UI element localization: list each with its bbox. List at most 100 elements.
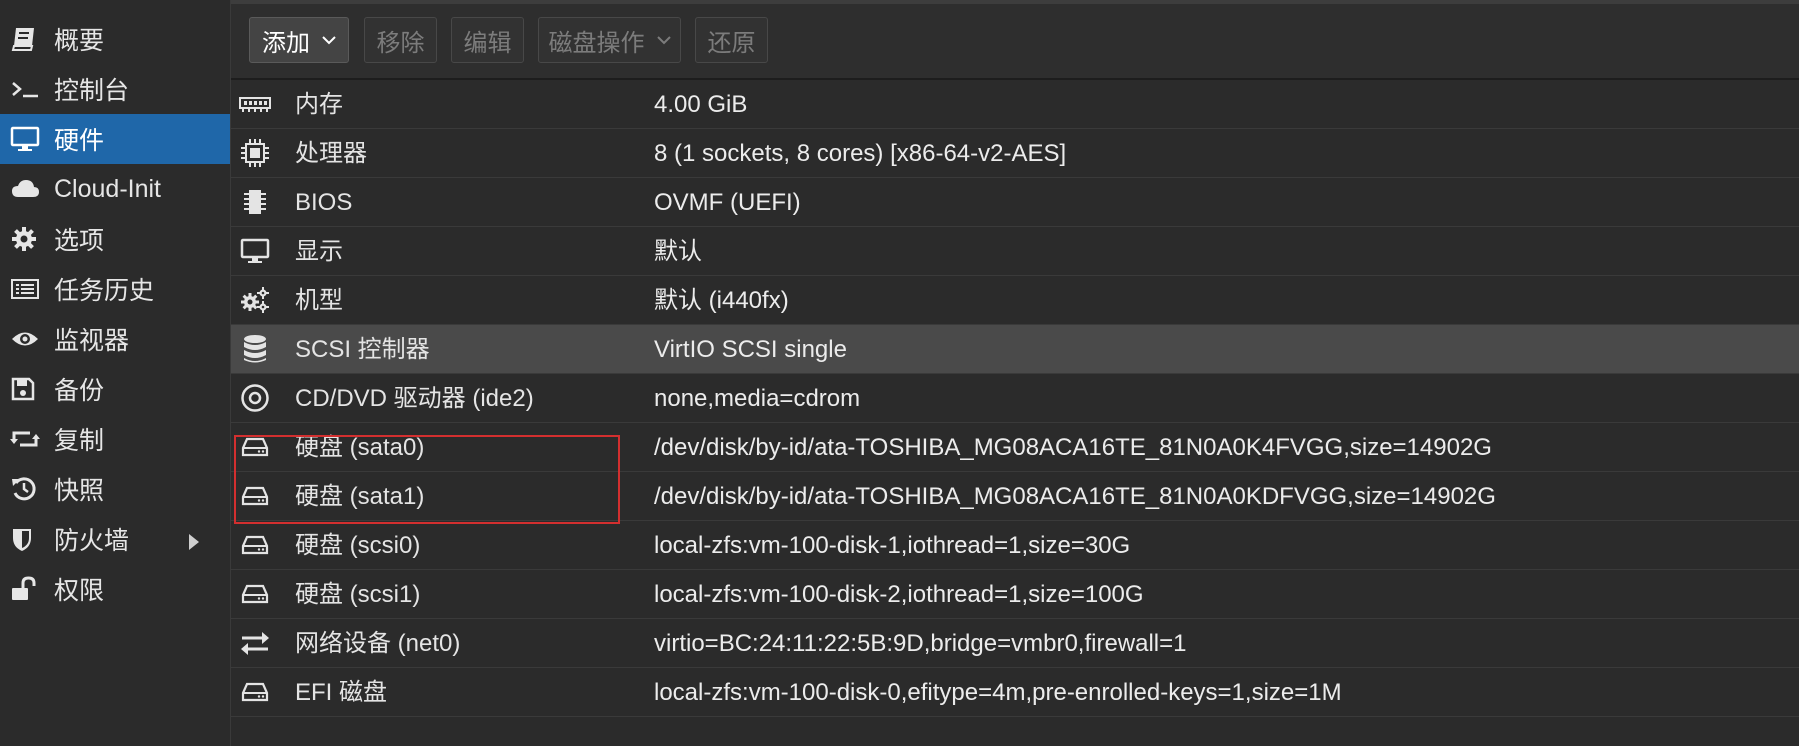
add-button[interactable]: 添加 — [249, 17, 349, 63]
table-row[interactable]: BIOS OVMF (UEFI) — [231, 178, 1799, 227]
row-value: local-zfs:vm-100-disk-0,efitype=4m,pre-e… — [654, 679, 1342, 706]
row-name: BIOS — [295, 189, 353, 216]
sidebar-item-label: 权限 — [54, 577, 105, 605]
table-row[interactable]: 硬盘 (scsi1) local-zfs:vm-100-disk-2,iothr… — [231, 570, 1799, 619]
row-name: CD/DVD 驱动器 (ide2) — [295, 385, 534, 412]
history-icon — [10, 474, 44, 504]
edit-button-label: 编辑 — [463, 29, 512, 57]
sidebar-item-replication[interactable]: 复制 — [0, 414, 230, 464]
row-name: 硬盘 (sata0) — [295, 434, 425, 461]
table-row[interactable]: 硬盘 (scsi0) local-zfs:vm-100-disk-1,iothr… — [231, 521, 1799, 570]
table-row[interactable]: 内存 4.00 GiB — [231, 80, 1799, 129]
sidebar-item-label: 监视器 — [54, 327, 130, 355]
row-value: 4.00 GiB — [654, 91, 748, 118]
remove-button-label: 移除 — [376, 29, 425, 57]
table-row[interactable]: 机型 默认 (i440fx) — [231, 276, 1799, 325]
toolbar: 添加 移除 编辑 磁盘操作 还原 — [231, 4, 1799, 80]
sidebar-item-label: 概要 — [54, 27, 105, 55]
sidebar-item-hardware[interactable]: 硬件 — [0, 114, 230, 164]
cloud-icon — [10, 174, 44, 204]
desktop-icon — [236, 233, 274, 269]
list-icon — [10, 274, 44, 304]
sidebar-item-monitor[interactable]: 监视器 — [0, 314, 230, 364]
sidebar-item-label: 复制 — [54, 427, 105, 455]
row-name: 显示 — [295, 238, 343, 265]
row-value: /dev/disk/by-id/ata-TOSHIBA_MG08ACA16TE_… — [654, 483, 1496, 510]
table-row[interactable]: EFI 磁盘 local-zfs:vm-100-disk-0,efitype=4… — [231, 668, 1799, 717]
revert-button[interactable]: 还原 — [695, 17, 768, 63]
row-name: SCSI 控制器 — [295, 336, 430, 363]
expand-arrow-icon[interactable] — [188, 529, 200, 558]
row-value: none,media=cdrom — [654, 385, 861, 412]
sidebar-nav: 概要 控制台 硬件 Cloud-Init 选项 任务历史 监视器 备份 复制 快… — [0, 0, 231, 746]
table-row-selected[interactable]: SCSI 控制器 VirtIO SCSI single — [231, 325, 1799, 374]
cdrom-icon — [236, 380, 274, 416]
gear-icon — [10, 224, 44, 254]
hdd-icon — [236, 674, 274, 710]
table-row[interactable]: 网络设备 (net0) virtio=BC:24:11:22:5B:9D,bri… — [231, 619, 1799, 668]
sidebar-item-console[interactable]: 控制台 — [0, 64, 230, 114]
sidebar-item-label: 防火墙 — [54, 527, 130, 555]
sidebar-item-label: 快照 — [54, 477, 105, 505]
hdd-icon — [236, 527, 274, 563]
row-value: virtio=BC:24:11:22:5B:9D,bridge=vmbr0,fi… — [654, 630, 1187, 657]
row-value: VirtIO SCSI single — [654, 336, 847, 363]
sidebar-item-options[interactable]: 选项 — [0, 214, 230, 264]
row-name: 硬盘 (scsi0) — [295, 532, 421, 559]
proxmox-vm-hardware-view: 概要 控制台 硬件 Cloud-Init 选项 任务历史 监视器 备份 复制 快… — [0, 0, 1799, 746]
add-button-label: 添加 — [262, 29, 310, 57]
sidebar-item-backup[interactable]: 备份 — [0, 364, 230, 414]
sidebar-item-label: 任务历史 — [54, 277, 155, 305]
row-value: 默认 (i440fx) — [654, 287, 789, 314]
cogs-icon — [236, 282, 274, 318]
memory-icon — [236, 86, 274, 122]
eye-icon — [10, 324, 44, 354]
remove-button[interactable]: 移除 — [364, 17, 437, 63]
sidebar-item-label: 选项 — [54, 227, 105, 255]
revert-button-label: 还原 — [707, 29, 756, 57]
disk-action-button-label: 磁盘操作 — [548, 29, 645, 57]
row-name: 硬盘 (scsi1) — [295, 581, 421, 608]
hardware-panel: 添加 移除 编辑 磁盘操作 还原 内存 4.00 GiB 处理器 8 (1 so… — [231, 0, 1799, 746]
sidebar-item-label: Cloud-Init — [54, 174, 161, 203]
sidebar-item-task-history[interactable]: 任务历史 — [0, 264, 230, 314]
row-name: EFI 磁盘 — [295, 679, 388, 706]
hdd-icon — [236, 429, 274, 465]
chip-icon — [236, 184, 274, 220]
sidebar-item-permissions[interactable]: 权限 — [0, 564, 230, 614]
row-name: 内存 — [295, 91, 343, 118]
row-value: OVMF (UEFI) — [654, 189, 801, 216]
edit-button[interactable]: 编辑 — [451, 17, 524, 63]
row-value: 8 (1 sockets, 8 cores) [x86-64-v2-AES] — [654, 140, 1067, 167]
sidebar-item-label: 备份 — [54, 377, 105, 405]
shield-icon — [10, 524, 44, 554]
sidebar-item-summary[interactable]: 概要 — [0, 14, 230, 64]
monitor-icon — [10, 124, 44, 154]
row-value: local-zfs:vm-100-disk-2,iothread=1,size=… — [654, 581, 1144, 608]
table-row[interactable]: 硬盘 (sata1) /dev/disk/by-id/ata-TOSHIBA_M… — [231, 472, 1799, 521]
sidebar-item-cloud-init[interactable]: Cloud-Init — [0, 164, 230, 214]
chevron-down-icon — [322, 35, 336, 45]
floppy-icon — [10, 374, 44, 404]
retweet-icon — [10, 424, 44, 454]
table-row[interactable]: 显示 默认 — [231, 227, 1799, 276]
sidebar-item-label: 控制台 — [54, 77, 130, 105]
unlock-icon — [10, 574, 44, 604]
exchange-icon — [236, 625, 274, 661]
row-name: 机型 — [295, 287, 343, 314]
sidebar-item-firewall[interactable]: 防火墙 — [0, 514, 230, 564]
table-row[interactable]: CD/DVD 驱动器 (ide2) none,media=cdrom — [231, 374, 1799, 423]
table-row[interactable]: 硬盘 (sata0) /dev/disk/by-id/ata-TOSHIBA_M… — [231, 423, 1799, 472]
row-name: 网络设备 (net0) — [295, 630, 461, 657]
disk-action-button[interactable]: 磁盘操作 — [538, 17, 681, 63]
row-name: 硬盘 (sata1) — [295, 483, 425, 510]
sidebar-item-snapshots[interactable]: 快照 — [0, 464, 230, 514]
table-row[interactable]: 处理器 8 (1 sockets, 8 cores) [x86-64-v2-AE… — [231, 129, 1799, 178]
chevron-down-icon — [656, 35, 671, 45]
row-value: /dev/disk/by-id/ata-TOSHIBA_MG08ACA16TE_… — [654, 434, 1492, 461]
book-icon — [10, 24, 44, 54]
cpu-icon — [236, 135, 274, 171]
row-value: 默认 — [654, 238, 702, 265]
hdd-icon — [236, 478, 274, 514]
terminal-icon — [10, 74, 44, 104]
